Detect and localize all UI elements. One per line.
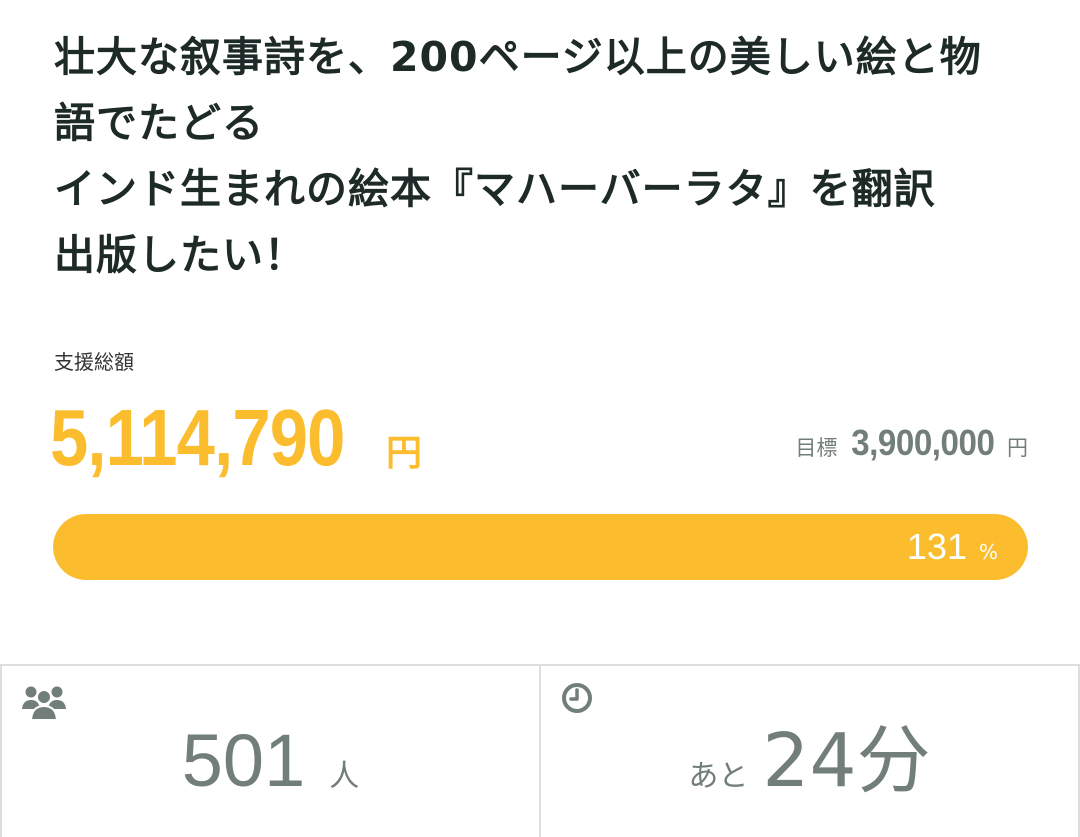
goal-amount: 3,900,000 xyxy=(851,422,996,463)
supporters-stat: 501 人 xyxy=(0,666,539,837)
time-remaining-stat: あと 24分 xyxy=(539,666,1080,837)
funding-progress-bar: 131 % xyxy=(53,514,1028,580)
title-line: インド生まれの絵本『マハーバーラタ』を翻訳 xyxy=(54,165,936,213)
total-funding-amount: 5,114,790 xyxy=(50,393,345,482)
supporters-unit: 人 xyxy=(329,759,360,794)
time-value-row: あと 24分 xyxy=(541,716,1078,806)
project-stats: 501 人 あと 24分 xyxy=(0,664,1080,837)
progress-percent: 131 % xyxy=(907,514,998,580)
goal-unit: 円 xyxy=(1007,436,1028,460)
title-line: 出版したい！ xyxy=(54,231,306,279)
total-funding-label: 支援総額 xyxy=(54,350,134,374)
progress-fill xyxy=(53,514,1028,580)
goal-label: 目標 xyxy=(795,436,838,460)
progress-percent-value: 131 xyxy=(906,526,967,567)
title-line: 壮大な叙事詩を、200ページ以上の美しい絵と物 xyxy=(54,33,982,81)
time-prefix: あと xyxy=(688,759,749,794)
supporters-value-row: 501 人 xyxy=(2,716,539,806)
clock-icon xyxy=(561,682,593,718)
project-title: 壮大な叙事詩を、200ページ以上の美しい絵と物 語でたどる インド生まれの絵本『… xyxy=(54,24,1044,288)
total-funding-unit: 円 xyxy=(386,433,423,474)
progress-percent-unit: % xyxy=(978,540,998,564)
supporters-count: 501 xyxy=(181,719,306,802)
time-remaining: 24分 xyxy=(762,718,931,804)
project-funding-panel: 壮大な叙事詩を、200ページ以上の美しい絵と物 語でたどる インド生まれの絵本『… xyxy=(0,0,1080,837)
title-line: 語でたどる xyxy=(54,99,264,147)
funding-goal: 目標 3,900,000 円 xyxy=(795,422,1028,464)
